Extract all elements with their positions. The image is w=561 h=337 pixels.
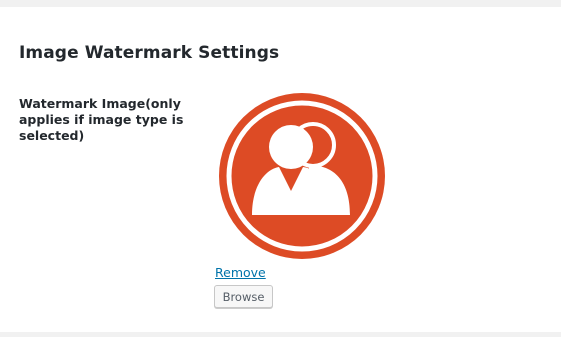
- section-title: Image Watermark Settings: [19, 43, 280, 63]
- remove-image-link[interactable]: Remove: [215, 265, 266, 280]
- browse-button[interactable]: Browse: [214, 285, 273, 308]
- watermark-image-label: Watermark Image(only applies if image ty…: [19, 96, 184, 143]
- users-group-icon: [219, 93, 385, 259]
- watermark-image-preview: [219, 93, 385, 259]
